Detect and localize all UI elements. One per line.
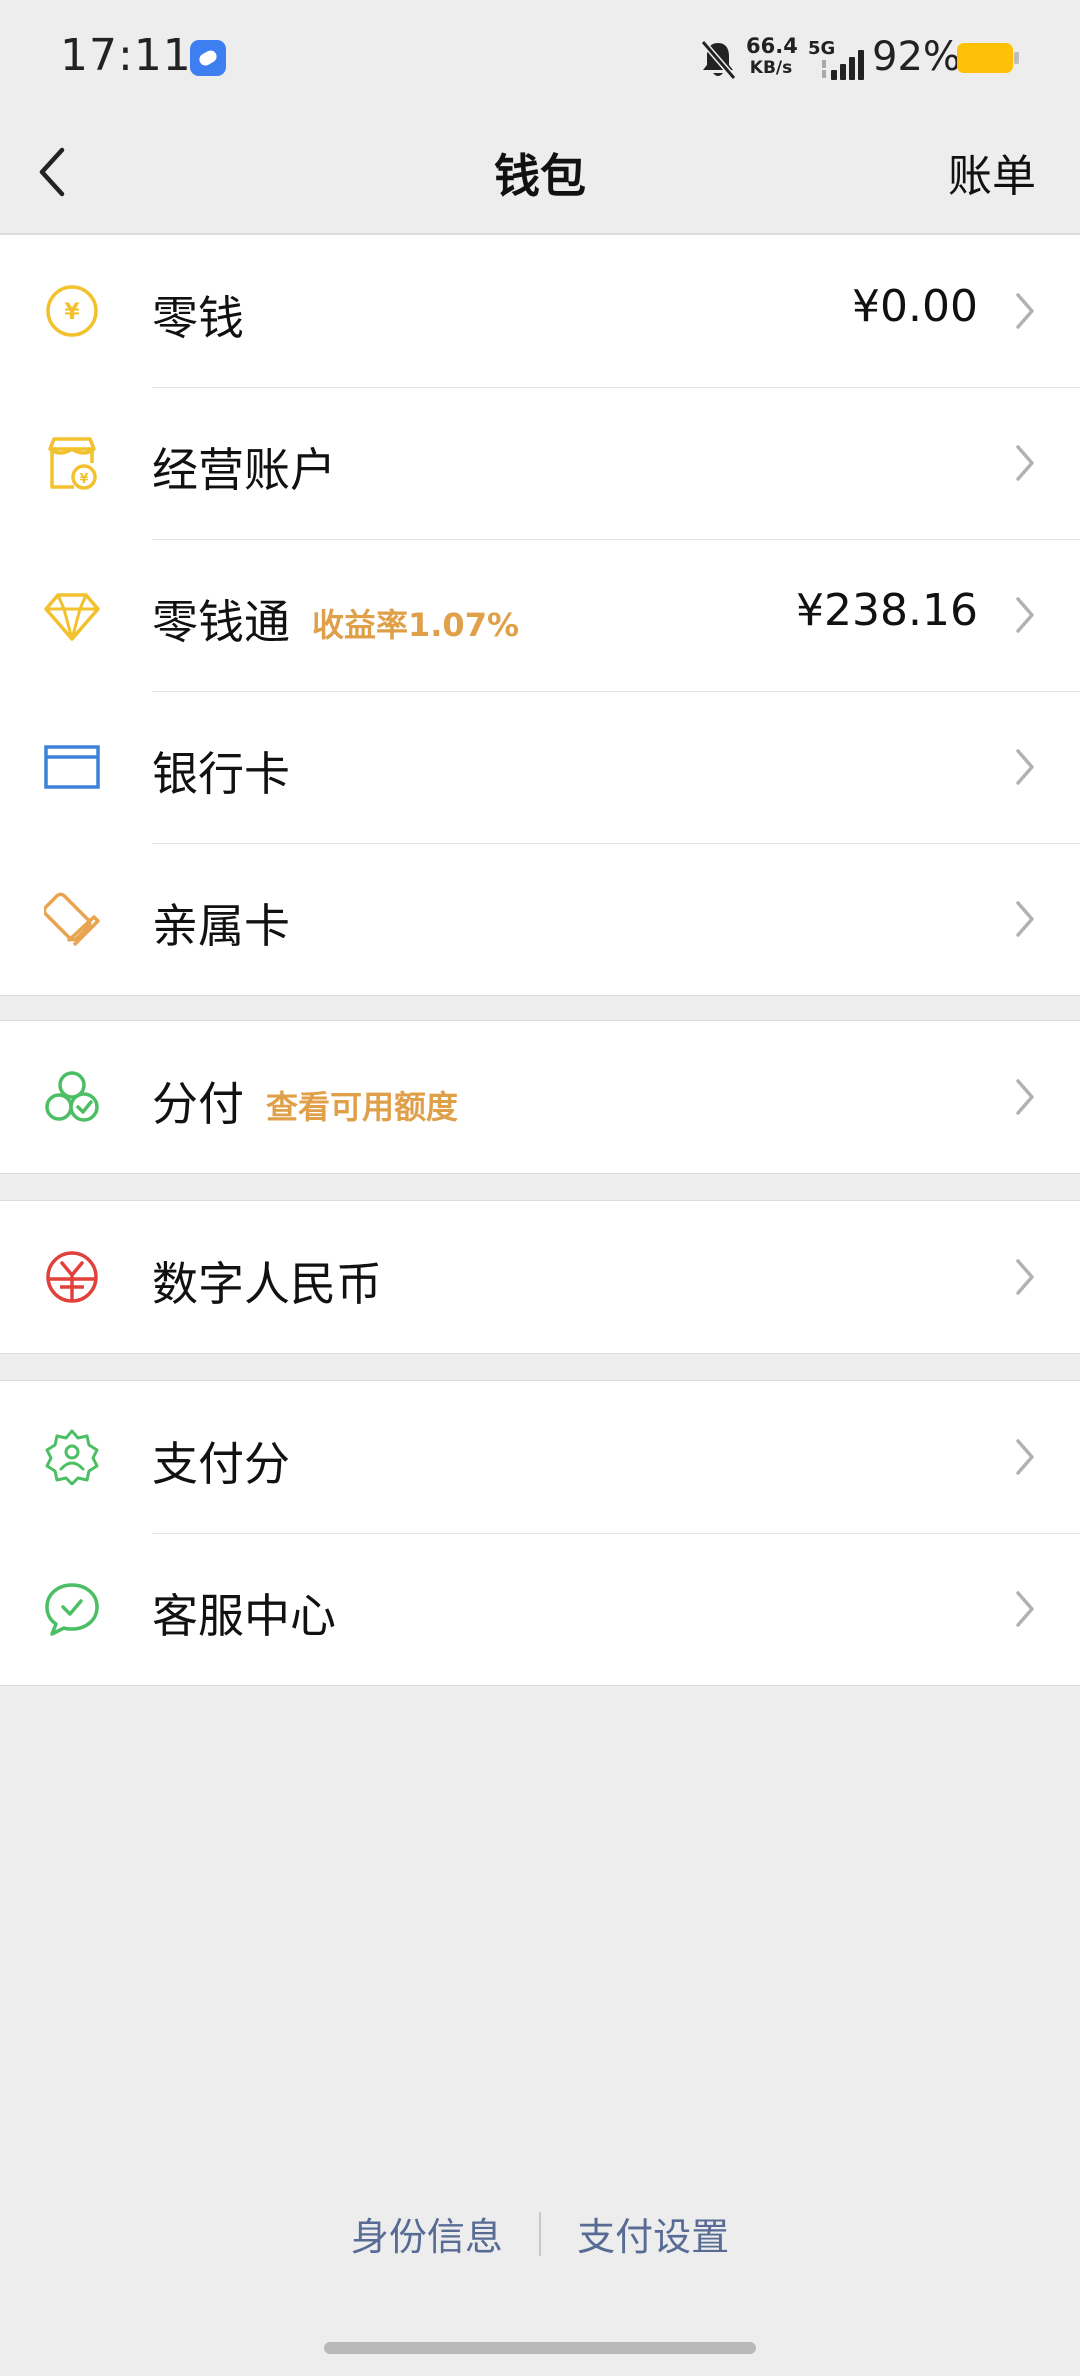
wallet-item-customer-service[interactable]: 客服中心: [0, 1533, 1080, 1685]
wallet-item-label: 支付分: [152, 1437, 290, 1491]
wallet-item-label: 银行卡: [152, 747, 290, 801]
wallet-item-label: 亲属卡: [152, 899, 290, 953]
footer-divider: [539, 2211, 541, 2256]
bank-card-icon: [44, 745, 100, 789]
status-bar: 17:11 66.4 KB/s 5G 92%: [0, 0, 1080, 118]
signal-icon: [822, 50, 864, 80]
status-time: 17:11: [60, 30, 192, 81]
network-speed-value: 66.4: [746, 34, 798, 58]
chevron-right-icon: [1016, 1439, 1034, 1475]
bell-muted-icon: [700, 40, 737, 80]
page-title: 钱包: [494, 149, 586, 203]
battery-percent: 92%: [872, 34, 961, 80]
family-card-icon: [44, 892, 100, 947]
wallet-item-business-account[interactable]: ¥ 经营账户: [0, 387, 1080, 539]
footer-links: 身份信息 支付设置: [0, 2206, 1080, 2261]
yuan-coin-icon: ¥: [46, 285, 98, 337]
wallet-item-digital-rmb[interactable]: 数字人民币: [0, 1201, 1080, 1353]
chevron-right-icon: [1016, 1591, 1034, 1627]
identity-info-link[interactable]: 身份信息: [351, 2206, 503, 2261]
payment-score-icon: [45, 1429, 99, 1485]
chevron-right-icon: [1016, 597, 1034, 633]
wallet-item-lingqiantong[interactable]: 零钱通 收益率1.07% ¥238.16: [0, 539, 1080, 691]
wallet-item-bank-card[interactable]: 银行卡: [0, 691, 1080, 843]
digital-rmb-group: 数字人民币: [0, 1200, 1080, 1354]
wallet-item-family-card[interactable]: 亲属卡: [0, 843, 1080, 995]
wallet-main-group: ¥ 零钱 ¥0.00 ¥ 经营账户 零钱通 收益率1.07% ¥238.16 银…: [0, 234, 1080, 996]
service-group: 支付分 客服中心: [0, 1380, 1080, 1686]
wallet-item-change[interactable]: ¥ 零钱 ¥0.00: [0, 235, 1080, 387]
chevron-right-icon: [1016, 445, 1034, 481]
check-credit-tag: 查看可用额度: [266, 1088, 459, 1126]
chevron-right-icon: [1016, 1079, 1034, 1115]
change-balance: ¥0.00: [852, 281, 978, 332]
network-speed: 66.4 KB/s: [746, 34, 798, 78]
wallet-item-label: 零钱: [152, 291, 244, 345]
fenfu-clover-icon: [45, 1071, 99, 1122]
payment-settings-link[interactable]: 支付设置: [577, 2206, 729, 2261]
battery-icon: [957, 43, 1019, 73]
wallet-item-label: 数字人民币: [152, 1257, 382, 1311]
nav-bar: 钱包 账单: [0, 118, 1080, 234]
svg-text:¥: ¥: [64, 300, 80, 325]
chevron-right-icon: [1016, 901, 1034, 937]
wallet-item-label: 分付: [152, 1077, 244, 1131]
chevron-right-icon: [1016, 1259, 1034, 1295]
wallet-screen: 17:11 66.4 KB/s 5G 92% 钱包 账单 ¥ 零钱 ¥0.00 …: [0, 0, 1080, 2376]
back-icon[interactable]: [30, 142, 74, 202]
wallet-item-payment-score[interactable]: 支付分: [0, 1381, 1080, 1533]
lingqiantong-balance: ¥238.16: [796, 585, 978, 636]
chevron-right-icon: [1016, 749, 1034, 785]
wallet-item-label: 经营账户: [152, 443, 336, 497]
svg-text:¥: ¥: [79, 472, 88, 487]
customer-service-icon: [45, 1583, 99, 1636]
wallet-item-label: 客服中心: [152, 1589, 336, 1643]
bill-button[interactable]: 账单: [948, 140, 1036, 204]
store-coin-icon: ¥: [48, 437, 97, 490]
credit-group: 分付 查看可用额度: [0, 1020, 1080, 1174]
home-indicator[interactable]: [324, 2342, 756, 2354]
digital-rmb-icon: [46, 1251, 98, 1303]
app-notification-icon: [190, 40, 226, 76]
wallet-item-label: 零钱通: [152, 595, 290, 649]
network-speed-unit: KB/s: [749, 58, 793, 78]
diamond-icon: [44, 593, 100, 641]
yield-rate-tag: 收益率1.07%: [312, 606, 520, 644]
chevron-right-icon: [1016, 293, 1034, 329]
wallet-item-fenfu[interactable]: 分付 查看可用额度: [0, 1021, 1080, 1173]
